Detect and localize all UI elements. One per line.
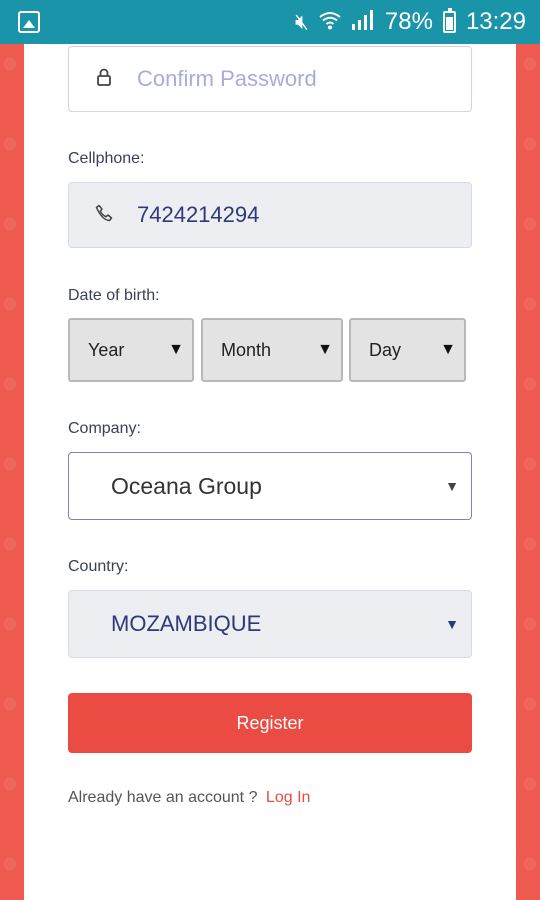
- company-select[interactable]: Oceana Group ▼: [68, 452, 472, 520]
- signal-icon: [351, 10, 375, 34]
- login-prompt-text: Already have an account ?: [68, 789, 258, 806]
- country-label: Country:: [68, 558, 129, 575]
- battery-percent: 78%: [384, 8, 433, 35]
- login-prompt: Already have an account ? Log In: [68, 789, 310, 807]
- country-select-value: MOZAMBIQUE: [111, 611, 262, 636]
- year-select[interactable]: Year ▼: [68, 318, 194, 382]
- day-select[interactable]: Day ▼: [349, 318, 466, 382]
- chevron-down-icon: ▼: [445, 478, 459, 494]
- date-of-birth-label: Date of birth:: [68, 287, 160, 304]
- cellphone-label: Cellphone:: [68, 150, 145, 167]
- day-select-value: Day: [369, 339, 402, 360]
- register-button[interactable]: Register: [68, 693, 472, 753]
- chevron-down-icon: ▼: [168, 341, 184, 358]
- confirm-password-placeholder: Confirm Password: [137, 66, 317, 91]
- country-select[interactable]: MOZAMBIQUE ▼: [68, 590, 472, 658]
- month-select-value: Month: [221, 339, 272, 360]
- battery-icon: [442, 8, 456, 33]
- wifi-icon: [319, 10, 341, 34]
- lock-icon: [91, 68, 117, 91]
- year-select-value: Year: [88, 339, 125, 360]
- status-icons: 🔇︎ 78% 13:29: [295, 8, 526, 36]
- status-bar: 🔇︎ 78% 13:29: [0, 0, 540, 44]
- clock: 13:29: [465, 8, 526, 35]
- company-label: Company:: [68, 420, 141, 437]
- register-form-card: Confirm Password Cellphone: 7424214294 D…: [24, 44, 516, 900]
- chevron-down-icon: ▼: [317, 341, 333, 358]
- confirm-password-input[interactable]: Confirm Password: [68, 46, 472, 112]
- cellphone-input[interactable]: 7424214294: [68, 182, 472, 248]
- month-select[interactable]: Month ▼: [201, 318, 343, 382]
- login-link[interactable]: Log In: [266, 789, 310, 806]
- phone-icon: [91, 204, 117, 227]
- chevron-down-icon: ▼: [440, 341, 456, 358]
- mute-icon: 🔇︎: [295, 9, 309, 34]
- gallery-icon: [18, 11, 40, 33]
- cellphone-value: 7424214294: [137, 202, 260, 227]
- chevron-down-icon: ▼: [445, 616, 459, 632]
- company-select-value: Oceana Group: [111, 472, 262, 499]
